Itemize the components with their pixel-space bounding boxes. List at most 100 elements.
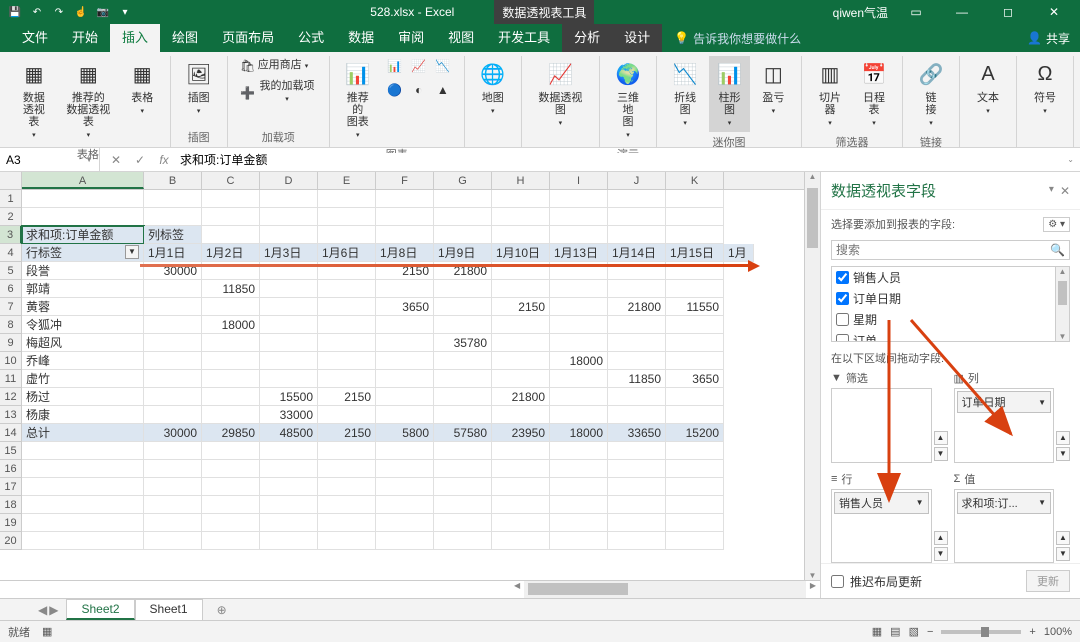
cell[interactable]: 郭靖 [22,280,144,298]
cell[interactable] [550,406,608,424]
tell-me[interactable]: 💡告诉我你想要做什么 [674,30,801,47]
account-name[interactable]: qiwen气温 [833,4,888,21]
cell[interactable] [318,190,376,208]
cell[interactable] [144,280,202,298]
cell[interactable] [260,460,318,478]
cell[interactable] [260,514,318,532]
cell[interactable] [376,406,434,424]
cell[interactable] [260,478,318,496]
cell[interactable]: 杨过 [22,388,144,406]
macro-record-icon[interactable]: ▦ [42,625,52,638]
cell[interactable] [260,496,318,514]
cell[interactable]: 21800 [492,388,550,406]
cell[interactable] [202,226,260,244]
cell[interactable] [492,226,550,244]
row-header[interactable]: 15 [0,442,22,460]
cell[interactable] [608,280,666,298]
field-checkbox[interactable] [836,292,849,305]
touch-icon[interactable]: ☝ [74,5,88,19]
cell[interactable]: 1月13日 [550,244,608,262]
cell[interactable] [550,442,608,460]
cell[interactable] [260,370,318,388]
cell[interactable] [260,352,318,370]
close-icon[interactable]: ✕ [1036,5,1072,19]
field-checkbox[interactable] [836,313,849,326]
cell[interactable]: 57580 [434,424,492,442]
tab-审阅[interactable]: 审阅 [386,24,436,52]
cell[interactable] [260,280,318,298]
zoom-level[interactable]: 100% [1044,626,1072,638]
cell[interactable] [666,334,724,352]
cell[interactable] [550,262,608,280]
cell[interactable] [434,280,492,298]
cell[interactable] [318,334,376,352]
cell[interactable] [666,280,724,298]
cell[interactable] [434,208,492,226]
cell[interactable] [202,190,260,208]
cell[interactable] [608,316,666,334]
cell[interactable] [492,352,550,370]
cell[interactable] [608,514,666,532]
cell[interactable] [260,334,318,352]
cell[interactable] [22,514,144,532]
cell[interactable] [318,298,376,316]
field-search-input[interactable] [836,243,1050,257]
ribbon-我的加载项[interactable]: ➕我的加载项 ▾ [236,78,321,108]
cell[interactable] [550,208,608,226]
sheet-tab[interactable]: Sheet1 [135,599,203,620]
ribbon-链接[interactable]: 🔗链接▾ [911,56,951,132]
cell[interactable] [434,532,492,550]
field-search[interactable]: 🔍 [831,240,1070,260]
cell[interactable] [318,352,376,370]
fx-icon[interactable]: fx [156,153,172,167]
cell[interactable] [434,478,492,496]
cell[interactable] [550,280,608,298]
cell[interactable]: 23950 [492,424,550,442]
cell[interactable] [434,460,492,478]
cell[interactable] [22,532,144,550]
ribbon-切片器[interactable]: ▥切片器▾ [810,56,850,132]
cell[interactable]: 乔峰 [22,352,144,370]
cell[interactable] [434,406,492,424]
cell[interactable] [666,226,724,244]
tab-绘图[interactable]: 绘图 [160,24,210,52]
cell[interactable]: 2150 [492,298,550,316]
row-header[interactable]: 6 [0,280,22,298]
cell[interactable] [492,532,550,550]
cell[interactable] [376,460,434,478]
cell[interactable] [144,370,202,388]
cell[interactable]: 总计 [22,424,144,442]
cell[interactable] [608,442,666,460]
cell[interactable] [318,226,376,244]
cell[interactable] [666,514,724,532]
cell[interactable] [434,352,492,370]
cell[interactable] [666,460,724,478]
cell[interactable] [144,532,202,550]
cell[interactable] [376,316,434,334]
cell[interactable]: 梅超风 [22,334,144,352]
cell[interactable] [550,316,608,334]
cell[interactable] [144,478,202,496]
cell[interactable] [144,496,202,514]
cell[interactable] [260,208,318,226]
redo-icon[interactable]: ↷ [52,5,66,19]
cell[interactable] [260,190,318,208]
row-header[interactable]: 1 [0,190,22,208]
cell[interactable] [202,460,260,478]
cell[interactable]: 2150 [318,424,376,442]
cell[interactable] [376,334,434,352]
tab-设计[interactable]: 设计 [612,24,662,52]
cell[interactable]: 30000 [144,424,202,442]
filter-dropdown-icon[interactable]: ▼ [125,245,139,259]
cell[interactable]: 2150 [318,388,376,406]
move-up-icon[interactable]: ▲ [1056,431,1070,445]
move-down-icon[interactable]: ▼ [934,547,948,561]
cell[interactable] [434,496,492,514]
cell[interactable] [550,478,608,496]
cell[interactable]: 35780 [434,334,492,352]
cell[interactable] [376,388,434,406]
vertical-scrollbar[interactable]: ▲ ▼ [804,172,820,580]
tab-分析[interactable]: 分析 [562,24,612,52]
cell[interactable] [434,514,492,532]
cell[interactable] [202,370,260,388]
